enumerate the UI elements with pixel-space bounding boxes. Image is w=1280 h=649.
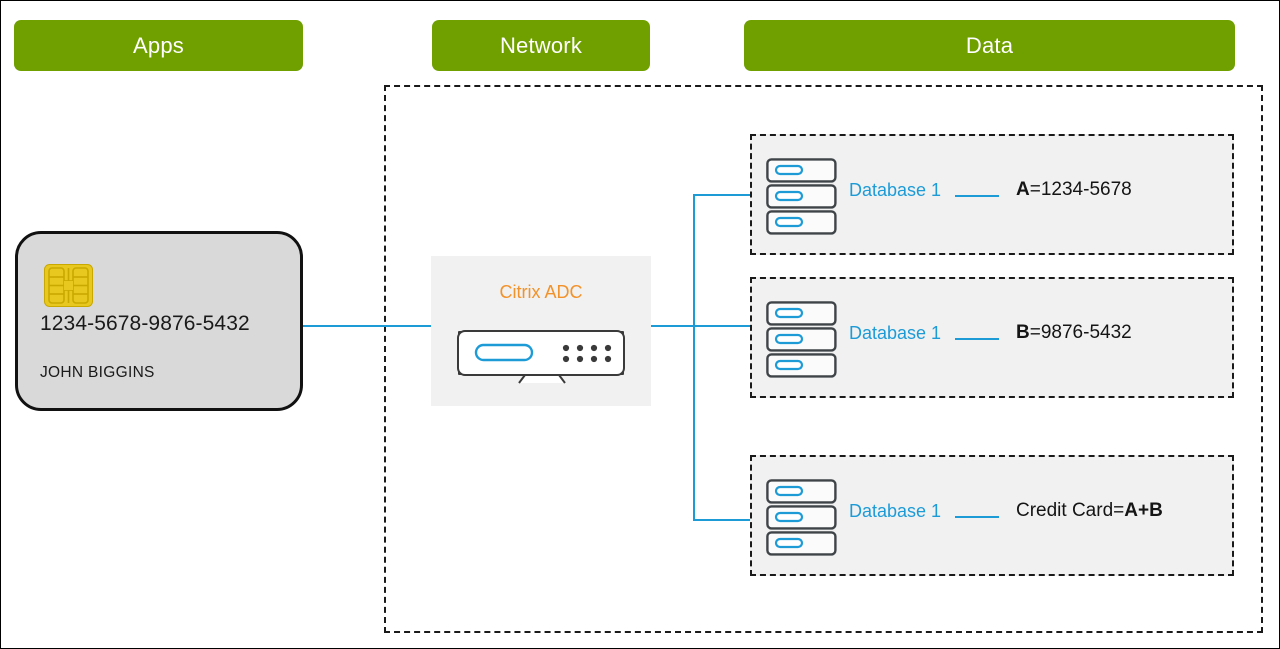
database-value-prefix-2: B [1016, 322, 1030, 343]
credit-card: 1234-5678-9876-5432 JOHN BIGGINS [15, 231, 303, 411]
database-value-separator-1: = [1029, 179, 1041, 200]
database-value-prefix-1: A [1016, 179, 1030, 200]
database-value-connector-3 [955, 516, 999, 518]
database-value-text-2: 9876-5432 [1040, 322, 1132, 343]
database-value-text-1: 1234-5678 [1040, 179, 1132, 200]
database-value-3: Credit Card=A+B [1016, 500, 1163, 522]
connector-branch-database-1 [693, 194, 751, 196]
zone-header-data-label: Data [965, 32, 1014, 58]
zone-header-data: Data [744, 20, 1235, 71]
database-group-3: Database 1 Credit Card=A+B [750, 455, 1234, 576]
card-holder-name: JOHN BIGGINS [40, 364, 155, 381]
zone-header-network: Network [432, 20, 650, 71]
connector-card-to-adc [303, 325, 431, 327]
citrix-adc-panel: Citrix ADC [431, 256, 651, 406]
server-stack-icon [766, 479, 838, 557]
zone-header-apps: Apps [14, 20, 303, 71]
server-stack-icon [766, 301, 838, 379]
database-group-2: Database 1 B=9876-5432 [750, 277, 1234, 398]
database-value-2: B=9876-5432 [1016, 322, 1132, 344]
database-label-1: Database 1 [849, 180, 942, 200]
emv-chip-icon [44, 264, 93, 307]
database-value-connector-1 [955, 195, 999, 197]
server-stack-icon [766, 158, 838, 236]
network-appliance-icon [456, 328, 626, 390]
database-group-1: Database 1 A=1234-5678 [750, 134, 1234, 255]
database-value-prefix-3: Credit Card [1016, 500, 1114, 521]
connector-trunk-vertical [693, 194, 695, 521]
database-value-1: A=1234-5678 [1016, 179, 1132, 201]
connector-branch-database-3 [693, 519, 751, 521]
citrix-adc-label: Citrix ADC [499, 282, 583, 302]
database-value-connector-2 [955, 338, 999, 340]
database-value-separator-3: = [1113, 500, 1125, 521]
zone-header-network-label: Network [499, 32, 583, 58]
database-value-separator-2: = [1029, 322, 1041, 343]
card-number: 1234-5678-9876-5432 [40, 312, 250, 335]
database-value-text-3: A+B [1124, 500, 1163, 521]
database-label-3: Database 1 [849, 501, 942, 521]
zone-header-apps-label: Apps [133, 32, 184, 58]
database-label-2: Database 1 [849, 323, 942, 343]
diagram-canvas: Apps Network Data 1234-5678-9876-5432 JO… [0, 0, 1280, 649]
connector-branch-database-2 [693, 325, 751, 327]
connector-adc-to-trunk [651, 325, 695, 327]
